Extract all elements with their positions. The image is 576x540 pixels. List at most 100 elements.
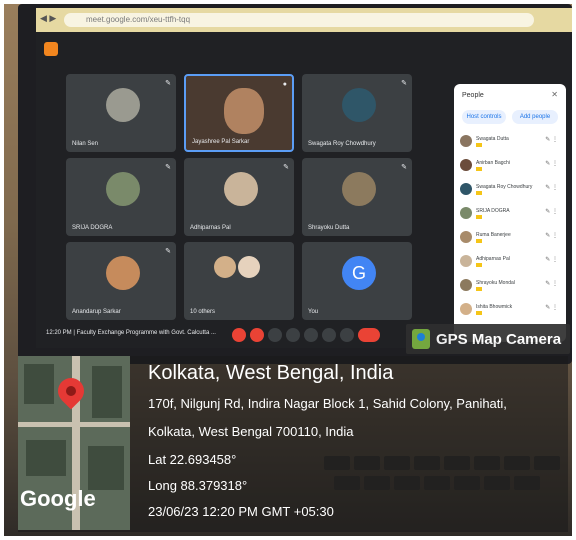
raise-hand-button[interactable] [304,328,318,342]
browser-toolbar: ◀ ▶ meet.google.com/xeu-ttfh-tqq [36,8,572,32]
participant-name: Anirban Bagchi [476,160,510,166]
location-city: Kolkata, West Bengal, India [148,362,394,384]
people-panel: People ✕ Host controls Add people Swagat… [454,84,566,342]
video-tile[interactable]: ✎ Anandarup Sarkar [66,242,176,320]
map-block [24,364,54,404]
latitude: Lat 22.693458° [148,452,237,467]
participant-name: Adhiparnas Pal [476,256,510,262]
map-thumbnail: Google [18,356,130,530]
datetime: 23/06/23 12:20 PM GMT +05:30 [148,504,334,519]
video-tile[interactable]: ✎ Swagata Roy Chowdhury [302,74,412,152]
address-line-1: 170f, Nilgunj Rd, Indira Nagar Block 1, … [148,396,507,411]
participant-row[interactable]: Anirban Bagchi ✎ ⋮ [460,156,560,176]
people-panel-title: People [462,92,484,99]
participant-video [224,88,264,134]
address-line-2: Kolkata, West Bengal 700110, India [148,424,354,439]
mic-off-icon: ✎ [283,164,289,171]
tile-name: Swagata Roy Chowdhury [308,141,376,147]
video-tile[interactable]: ✎ Nilan Sen [66,74,176,152]
participant-name: SRIJA DOGRA [476,208,510,214]
avatar [460,159,472,171]
camera-button[interactable] [250,328,264,342]
more-icon[interactable]: ✎ ⋮ [545,208,558,215]
status-badge [476,191,482,195]
avatar [460,183,472,195]
meeting-time-title: 12:20 PM | Faculty Exchange Programme wi… [46,330,216,336]
meet-app: ✎ Nilan Sen ● Jayashree Pal Sarkar ✎ Swa… [36,32,572,348]
more-icon[interactable]: ✎ ⋮ [545,160,558,167]
tile-name: 10 others [190,309,216,315]
map-pin-icon [52,372,90,410]
map-block [26,440,66,476]
tile-name: Anandarup Sarkar [72,309,121,315]
more-icon[interactable]: ✎ ⋮ [545,280,558,287]
video-tile[interactable]: ✎ SRIJA DOGRA [66,158,176,236]
participant-row[interactable]: Ruma Banerjee ✎ ⋮ [460,228,560,248]
mic-off-icon: ✎ [165,80,171,87]
participant-avatar [342,172,376,206]
more-icon[interactable]: ✎ ⋮ [545,304,558,311]
participant-row[interactable]: Swagata Roy Chowdhury ✎ ⋮ [460,180,560,200]
participant-name: Ishita Bhowmick [476,304,513,310]
meet-logo-icon [44,42,58,56]
avatar [460,231,472,243]
avatar [460,279,472,291]
back-forward-icon[interactable]: ◀ ▶ [40,13,56,24]
captions-button[interactable] [268,328,282,342]
status-badge [476,287,482,291]
map-road [18,422,130,427]
status-badge [476,239,482,243]
host-controls-button[interactable]: Host controls [462,110,506,124]
participant-avatar [106,256,140,290]
leave-call-button[interactable] [358,328,380,342]
status-badge [476,263,482,267]
participant-row[interactable]: SRIJA DOGRA ✎ ⋮ [460,204,560,224]
avatar [460,207,472,219]
participant-row[interactable]: Shrayoku Mondal ✎ ⋮ [460,276,560,296]
mic-off-icon: ✎ [165,248,171,255]
self-avatar: G [342,256,376,290]
avatar [460,255,472,267]
meeting-controls: 12:20 PM | Faculty Exchange Programme wi… [36,322,446,348]
mic-button[interactable] [232,328,246,342]
video-tile[interactable]: ✎ Shrayoku Dutta [302,158,412,236]
participant-row[interactable]: Adhiparnas Pal ✎ ⋮ [460,252,560,272]
video-tile-active[interactable]: ● Jayashree Pal Sarkar [184,74,294,152]
participant-name: Shrayoku Mondal [476,280,515,286]
video-tile-others[interactable]: 10 others [184,242,294,320]
close-icon[interactable]: ✕ [551,90,558,99]
address-bar[interactable]: meet.google.com/xeu-ttfh-tqq [64,13,534,27]
reactions-button[interactable] [322,328,336,342]
mic-off-icon: ✎ [401,164,407,171]
status-badge [476,311,482,315]
gps-camera-badge: GPS Map Camera [406,324,570,354]
participant-name: Swagata Roy Chowdhury [476,184,533,190]
gps-camera-app-icon [412,329,430,349]
status-badge [476,215,482,219]
status-badge [476,167,482,171]
more-icon[interactable]: ✎ ⋮ [545,232,558,239]
present-button[interactable] [286,328,300,342]
participant-row[interactable]: Swagata Dutta ✎ ⋮ [460,132,560,152]
more-icon[interactable]: ✎ ⋮ [545,256,558,263]
mic-off-icon: ✎ [165,164,171,171]
video-tile-self[interactable]: G You [302,242,412,320]
gps-camera-label: GPS Map Camera [436,331,562,348]
participant-name: Ruma Banerjee [476,232,511,238]
avatar [460,303,472,315]
map-block [88,446,124,490]
tile-name: Nilan Sen [72,141,99,147]
video-tile[interactable]: ✎ Adhiparnas Pal [184,158,294,236]
participant-row[interactable]: Ishita Bhowmick ✎ ⋮ [460,300,560,320]
more-icon[interactable]: ✎ ⋮ [545,184,558,191]
tile-name: SRIJA DOGRA [72,225,113,231]
tile-name: You [308,309,319,315]
more-options-button[interactable] [340,328,354,342]
map-block [92,366,122,418]
participant-avatar [342,88,376,122]
longitude: Long 88.379318° [148,478,248,493]
browser-window: ◀ ▶ meet.google.com/xeu-ttfh-tqq ✎ Nilan… [36,8,572,348]
add-people-button[interactable]: Add people [512,110,558,124]
more-icon[interactable]: ✎ ⋮ [545,136,558,143]
tile-name: Shrayoku Dutta [308,225,350,231]
